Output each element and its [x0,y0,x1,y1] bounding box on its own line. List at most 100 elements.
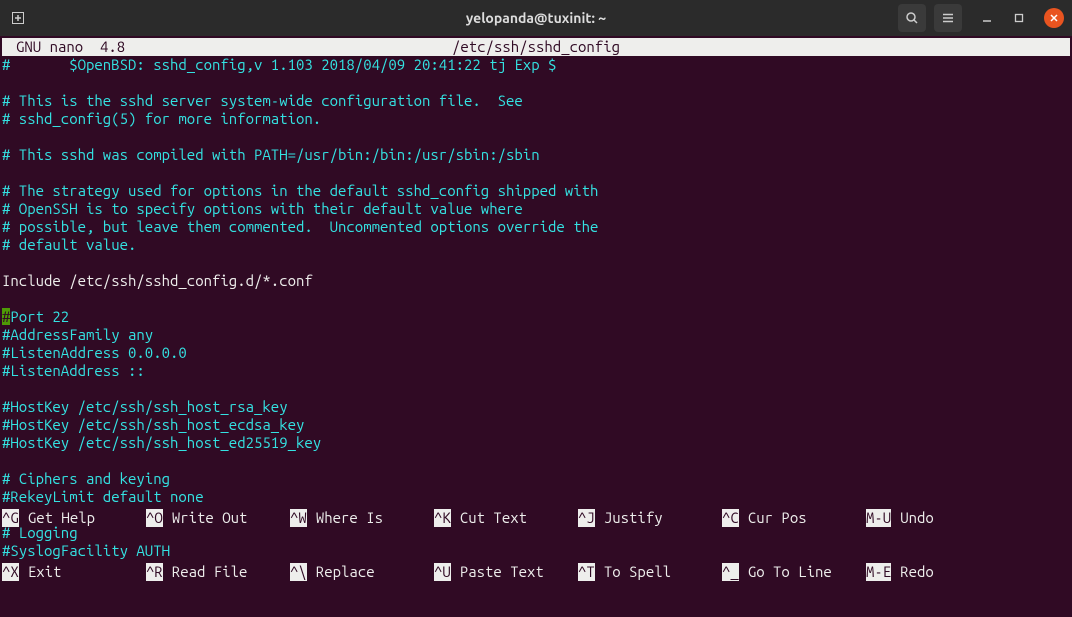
shortcut-item: ^UPaste Text [434,563,578,581]
shortcut-label: Justify [595,509,663,527]
file-line: # This is the sshd server system-wide co… [2,92,1070,110]
file-line: #ListenAddress 0.0.0.0 [2,344,1070,362]
shortcut-label: Where Is [307,509,383,527]
file-line-text: # This is the sshd server system-wide co… [2,92,523,109]
shortcut-label: To Spell [595,563,671,581]
shortcut-key: ^\ [290,563,307,581]
shortcuts-row-2: ^XExit^RRead File^\Replace^UPaste Text^T… [2,563,1070,581]
file-line-text [2,74,10,91]
shortcut-key: ^X [2,563,19,581]
file-line-text: #HostKey /etc/ssh/ssh_host_rsa_key [2,398,288,415]
file-line: #AddressFamily any [2,326,1070,344]
shortcut-item: ^XExit [2,563,146,581]
shortcut-item: ^_Go To Line [722,563,866,581]
file-line-text: # possible, but leave them commented. Un… [2,218,598,235]
file-line: # default value. [2,236,1070,254]
file-line-text: # This sshd was compiled with PATH=/usr/… [2,146,540,163]
shortcuts-row-1: ^GGet Help^OWrite Out^WWhere Is^KCut Tex… [2,509,1070,527]
minimize-button[interactable] [980,11,994,25]
nano-shortcuts: ^GGet Help^OWrite Out^WWhere Is^KCut Tex… [2,473,1070,617]
file-line-text: # default value. [2,236,136,253]
nano-version: GNU nano 4.8 [2,38,125,56]
file-line: #HostKey /etc/ssh/ssh_host_ecdsa_key [2,416,1070,434]
terminal-area[interactable]: GNU nano 4.8 /etc/ssh/sshd_config # $Ope… [0,36,1072,617]
file-line [2,128,1070,146]
file-line-text: # OpenSSH is to specify options with the… [2,200,523,217]
shortcut-label: Write Out [163,509,248,527]
file-line-text: #HostKey /etc/ssh/ssh_host_ed25519_key [2,434,321,451]
shortcut-key: M-U [866,509,891,527]
file-line-text: #ListenAddress 0.0.0.0 [2,344,187,361]
file-line-text: # $OpenBSD: sshd_config,v 1.103 2018/04/… [2,56,556,73]
shortcut-key: ^O [146,509,163,527]
nano-filepath: /etc/ssh/sshd_config [452,38,620,56]
search-icon [905,11,919,25]
shortcut-label: Get Help [19,509,95,527]
titlebar-right [898,4,1064,32]
shortcut-key: ^T [578,563,595,581]
file-line [2,452,1070,470]
shortcut-item: M-ERedo [866,563,1010,581]
maximize-button[interactable] [1012,11,1026,25]
shortcut-label: Redo [891,563,934,581]
shortcut-key: M-E [866,563,891,581]
shortcut-item: ^GGet Help [2,509,146,527]
shortcut-item: ^JJustify [578,509,722,527]
file-line: #HostKey /etc/ssh/ssh_host_ed25519_key [2,434,1070,452]
file-line-text: #HostKey /etc/ssh/ssh_host_ecdsa_key [2,416,304,433]
menu-button[interactable] [934,4,962,32]
file-line-text [2,128,10,145]
shortcut-key: ^G [2,509,19,527]
file-line: Include /etc/ssh/sshd_config.d/*.conf [2,272,1070,290]
window-titlebar: yelopanda@tuxinit: ~ [0,0,1072,36]
file-line: #HostKey /etc/ssh/ssh_host_rsa_key [2,398,1070,416]
file-line-text [2,290,10,307]
shortcut-key: ^U [434,563,451,581]
window-title: yelopanda@tuxinit: ~ [466,9,606,27]
shortcut-label: Undo [891,509,934,527]
window-controls [980,8,1064,28]
file-line-text: # sshd_config(5) for more information. [2,110,321,127]
file-line: # OpenSSH is to specify options with the… [2,200,1070,218]
shortcut-item: ^\Replace [290,563,434,581]
maximize-icon [1014,13,1024,23]
shortcut-item: ^KCut Text [434,509,578,527]
nano-header: GNU nano 4.8 /etc/ssh/sshd_config [2,38,1070,56]
file-line [2,164,1070,182]
shortcut-label: Exit [19,563,62,581]
file-line: # sshd_config(5) for more information. [2,110,1070,128]
shortcut-item: ^RRead File [146,563,290,581]
file-line-text: #AddressFamily any [2,326,153,343]
plus-box-icon [12,12,24,24]
shortcut-key: ^W [290,509,307,527]
close-icon [1050,14,1058,22]
file-line [2,380,1070,398]
shortcut-key: ^J [578,509,595,527]
file-line-text: #ListenAddress :: [2,362,145,379]
file-line: #ListenAddress :: [2,362,1070,380]
file-line: #Port 22 [2,308,1070,326]
file-line-text [2,380,10,397]
shortcut-label: Cur Pos [739,509,807,527]
new-tab-button[interactable] [8,8,28,28]
file-line-text: Include /etc/ssh/sshd_config.d/*.conf [2,272,313,289]
file-line [2,290,1070,308]
shortcut-key: ^R [146,563,163,581]
file-line-text [2,254,10,271]
shortcut-item: ^OWrite Out [146,509,290,527]
file-line: # possible, but leave them commented. Un… [2,218,1070,236]
search-button[interactable] [898,4,926,32]
shortcut-label: Read File [163,563,248,581]
hamburger-icon [941,11,955,25]
file-line: # $OpenBSD: sshd_config,v 1.103 2018/04/… [2,56,1070,74]
file-line-text [2,164,10,181]
minimize-icon [982,13,992,23]
shortcut-item: ^CCur Pos [722,509,866,527]
shortcut-label: Go To Line [739,563,832,581]
shortcut-key: ^C [722,509,739,527]
file-line [2,74,1070,92]
shortcut-label: Paste Text [451,563,544,581]
close-button[interactable] [1044,8,1064,28]
file-line-text [2,452,10,469]
file-line: # This sshd was compiled with PATH=/usr/… [2,146,1070,164]
